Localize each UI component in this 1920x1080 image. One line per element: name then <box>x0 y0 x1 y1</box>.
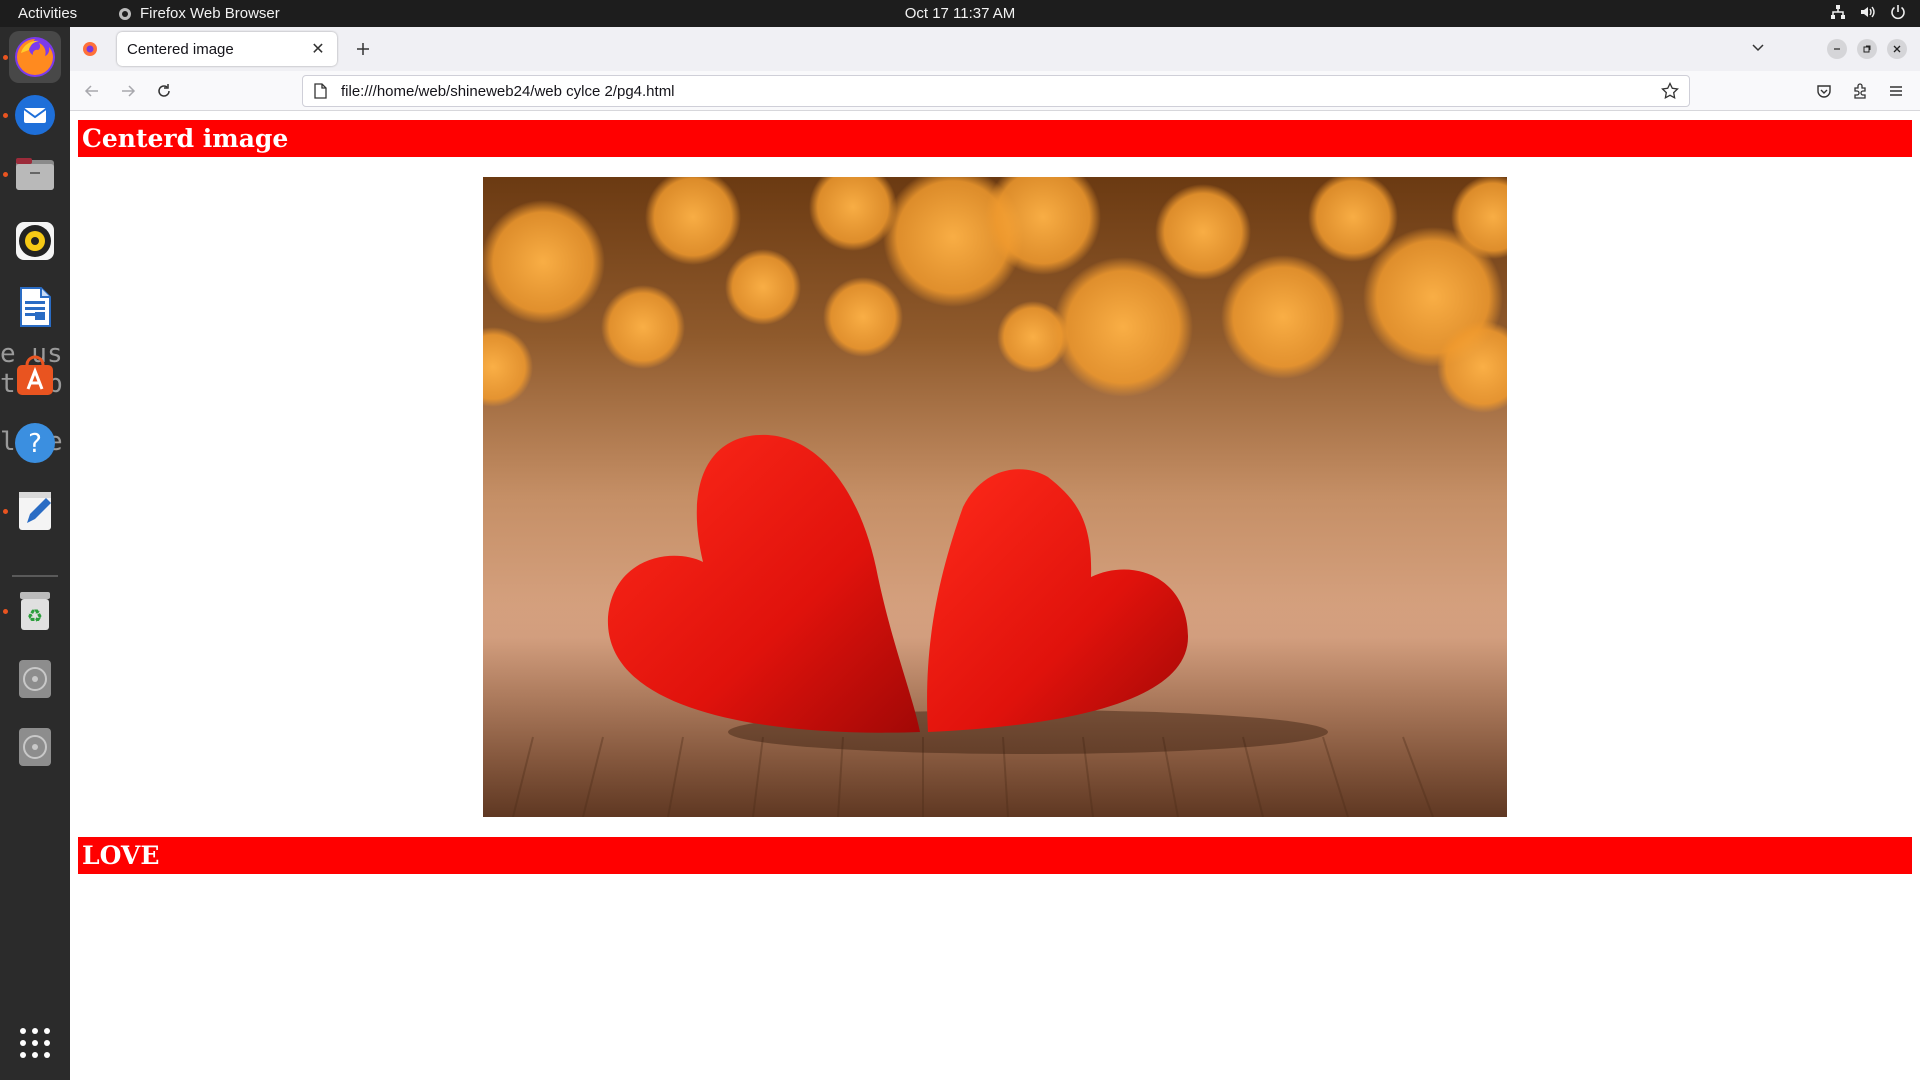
tab-bar: Centered image ✕ <box>70 27 1920 71</box>
firefox-icon <box>15 37 55 77</box>
running-indicator <box>3 55 8 60</box>
dock-disc-2[interactable] <box>9 721 61 773</box>
text-editor-icon <box>19 492 51 530</box>
disc-icon <box>19 660 51 698</box>
tab-close-icon[interactable]: ✕ <box>309 39 327 59</box>
thunderbird-icon <box>15 95 55 135</box>
running-indicator <box>3 509 8 514</box>
list-all-tabs-button[interactable] <box>1750 39 1766 60</box>
minimize-icon <box>1834 48 1840 50</box>
reload-icon <box>158 84 170 97</box>
dock-files[interactable] <box>9 148 61 200</box>
running-indicator <box>3 609 8 614</box>
firefox-view-icon <box>83 42 97 56</box>
hearts-image <box>483 177 1507 817</box>
show-apps-button[interactable] <box>9 1017 61 1069</box>
disc-icon <box>19 728 51 766</box>
page-icon[interactable] <box>313 83 329 99</box>
dock: e us th b late <box>0 27 70 1080</box>
dock-separator <box>12 575 58 577</box>
navigation-toolbar: file:///home/web/shineweb24/web cylce 2/… <box>70 71 1920 111</box>
page-heading: Centerd image <box>78 120 1912 157</box>
love-heading: LOVE <box>78 837 1912 874</box>
clock[interactable]: Oct 17 11:37 AM <box>0 5 1920 22</box>
forward-arrow-icon <box>122 85 136 97</box>
address-bar[interactable]: file:///home/web/shineweb24/web cylce 2/… <box>302 75 1690 107</box>
files-icon <box>16 158 54 190</box>
running-indicator <box>3 113 8 118</box>
plus-icon <box>357 43 369 55</box>
bookmark-star-button[interactable] <box>1661 82 1681 100</box>
restore-icon <box>1863 45 1871 53</box>
network-icon <box>1831 5 1845 19</box>
dock-thunderbird[interactable] <box>9 89 61 141</box>
close-icon <box>1893 45 1901 53</box>
help-icon: ? <box>15 423 55 463</box>
pocket-icon <box>1817 85 1831 98</box>
new-tab-button[interactable] <box>350 36 376 62</box>
dock-trash[interactable]: ♻ <box>9 585 61 637</box>
dock-libreoffice-writer[interactable] <box>9 281 61 333</box>
app-menu-button[interactable] <box>1886 81 1906 101</box>
page-content: Centerd image LOVE <box>70 111 1920 1080</box>
url-text[interactable]: file:///home/web/shineweb24/web cylce 2/… <box>341 83 1661 100</box>
app-center-icon <box>17 355 53 395</box>
forward-button[interactable] <box>118 81 138 101</box>
two-red-hearts-photo <box>483 177 1507 817</box>
tab-centered-image[interactable]: Centered image ✕ <box>117 32 337 66</box>
libreoffice-writer-icon <box>20 287 51 327</box>
extensions-button[interactable] <box>1850 81 1870 101</box>
hamburger-menu-icon <box>1890 86 1902 96</box>
volume-icon <box>1861 6 1875 18</box>
back-arrow-icon <box>84 85 98 97</box>
svg-text:♻: ♻ <box>27 606 43 627</box>
app-grid-icon <box>20 1028 50 1058</box>
system-top-bar: Activities Firefox Web Browser Oct 17 11… <box>0 0 1920 27</box>
dock-rhythmbox[interactable] <box>9 215 61 267</box>
dock-app-center[interactable] <box>9 349 61 401</box>
rhythmbox-icon <box>16 222 54 260</box>
power-icon <box>1891 5 1905 20</box>
firefox-view-button[interactable] <box>82 41 98 62</box>
dock-help[interactable]: ? <box>9 417 61 469</box>
running-indicator <box>3 172 8 177</box>
back-button[interactable] <box>82 81 102 101</box>
firefox-window: Centered image ✕ file:///home/web/shinew… <box>70 27 1920 1080</box>
tab-title: Centered image <box>127 40 234 58</box>
svg-text:?: ? <box>28 429 42 459</box>
dock-text-editor[interactable] <box>9 485 61 537</box>
puzzle-icon <box>1854 83 1866 99</box>
system-menu[interactable] <box>1830 4 1906 20</box>
document-icon <box>314 83 327 99</box>
star-icon <box>1661 82 1679 100</box>
reload-button[interactable] <box>154 81 174 101</box>
maximize-button[interactable] <box>1857 39 1877 59</box>
trash-icon: ♻ <box>20 592 50 630</box>
close-window-button[interactable] <box>1887 39 1907 59</box>
pocket-button[interactable] <box>1814 81 1834 101</box>
dock-disc-1[interactable] <box>9 653 61 705</box>
chevron-down-icon <box>1752 44 1764 52</box>
minimize-button[interactable] <box>1827 39 1847 59</box>
dock-firefox[interactable] <box>9 31 61 83</box>
